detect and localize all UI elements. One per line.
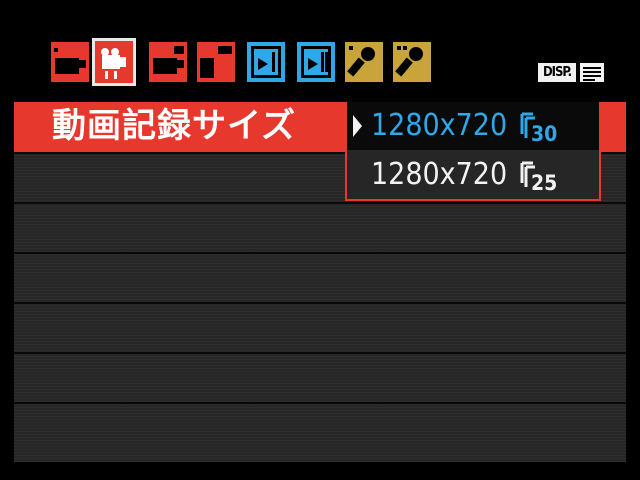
row-divider (14, 402, 626, 404)
option-label: 1280x720 (371, 108, 508, 143)
frame-rate-value: 30 (531, 122, 557, 144)
tab-shooting-1[interactable] (48, 38, 92, 86)
menu-tab-strip (48, 38, 448, 86)
wrench-icon (345, 42, 383, 82)
option-label: 1280x720 (371, 157, 508, 192)
selection-cursor-icon (353, 115, 362, 137)
info-list-icon (580, 63, 604, 82)
tab-shooting-3[interactable] (146, 38, 190, 86)
tab-setup-1[interactable] (342, 38, 386, 86)
tab-setup-2[interactable] (390, 38, 434, 86)
shooting-camera-icon (51, 42, 89, 82)
tab-shooting-4[interactable] (194, 38, 238, 86)
tab-movie[interactable] (92, 38, 136, 86)
shooting-camera-icon (149, 42, 187, 82)
playback-icon (297, 42, 335, 82)
row-divider (14, 252, 626, 254)
frame-rate-icon: 30 (520, 112, 557, 144)
movie-size-dropdown: 1280x720 30 1280x720 25 (345, 102, 601, 201)
tab-playback-2[interactable] (294, 38, 338, 86)
movie-camera-icon (101, 48, 126, 79)
camera-icon (197, 42, 235, 82)
dropdown-option[interactable]: 1280x720 25 (347, 151, 599, 199)
menu-item-label: 動画記録サイズ (52, 106, 296, 146)
row-divider (14, 202, 626, 204)
frame-rate-icon: 25 (520, 161, 557, 193)
tab-playback-1[interactable] (244, 38, 288, 86)
playback-icon (247, 42, 285, 82)
row-divider (14, 302, 626, 304)
wrench-icon (393, 42, 431, 82)
dropdown-option-selected[interactable]: 1280x720 30 (347, 102, 599, 150)
frame-rate-value: 25 (531, 171, 557, 193)
row-divider (14, 352, 626, 354)
disp-button[interactable]: DISP. (538, 63, 576, 82)
